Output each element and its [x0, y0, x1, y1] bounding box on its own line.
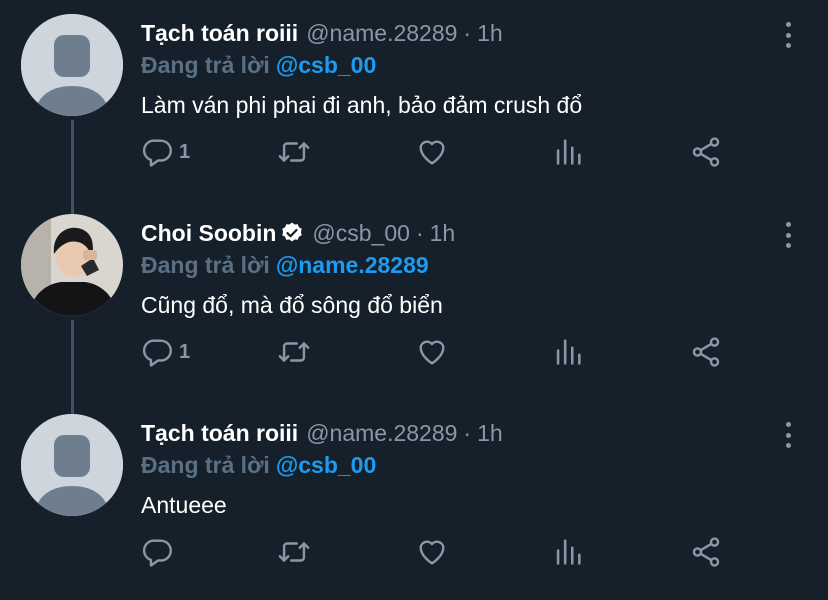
tweet-header: Tạch toán roiii @name.28289 · 1h: [141, 418, 503, 448]
timestamp[interactable]: 1h: [430, 220, 456, 247]
heart-icon: [419, 340, 445, 365]
like-button[interactable]: [415, 332, 449, 372]
analytics-icon: [556, 339, 581, 365]
share-button[interactable]: [689, 532, 723, 572]
heart-icon: [419, 140, 445, 165]
retweet-button[interactable]: [277, 132, 311, 172]
replying-to: Đang trả lời @csb_00: [141, 52, 376, 79]
action-bar: 1: [141, 332, 731, 372]
analytics-icon: [556, 139, 581, 165]
share-button[interactable]: [689, 332, 723, 372]
reply-button[interactable]: [141, 532, 179, 572]
replying-to-label: Đang trả lời: [141, 452, 270, 478]
replying-to-label: Đang trả lời: [141, 252, 270, 278]
timestamp[interactable]: 1h: [477, 20, 503, 47]
display-name[interactable]: Tạch toán roiii: [141, 420, 298, 447]
more-icon[interactable]: [778, 222, 798, 248]
user-handle[interactable]: @name.28289: [306, 20, 457, 47]
reply-icon: [142, 139, 172, 167]
default-avatar-icon: [21, 414, 123, 516]
timestamp[interactable]: 1h: [477, 420, 503, 447]
analytics-button[interactable]: [551, 132, 585, 172]
replying-to-handle[interactable]: @csb_00: [276, 452, 376, 478]
action-bar: 1: [141, 132, 731, 172]
reply-icon: [142, 339, 172, 367]
verified-badge-icon: [282, 222, 303, 242]
action-bar: [141, 532, 731, 572]
tweet[interactable]: Tạch toán roiii @name.28289 · 1h Đang tr…: [0, 400, 828, 600]
replying-to-handle[interactable]: @csb_00: [276, 52, 376, 78]
tweet-header: Choi Soobin @csb_00 · 1h: [141, 218, 455, 248]
analytics-icon: [556, 539, 581, 565]
analytics-button[interactable]: [551, 332, 585, 372]
profile-photo: [21, 214, 123, 316]
replying-to: Đang trả lời @name.28289: [141, 252, 429, 279]
more-icon[interactable]: [778, 422, 798, 448]
retweet-button[interactable]: [277, 332, 311, 372]
default-avatar-icon: [21, 14, 123, 116]
avatar[interactable]: [21, 414, 123, 516]
more-icon[interactable]: [778, 22, 798, 48]
retweet-icon: [278, 542, 310, 562]
separator-dot: ·: [463, 19, 472, 46]
retweet-button[interactable]: [277, 532, 311, 572]
retweet-icon: [278, 142, 310, 162]
share-icon: [692, 337, 720, 367]
user-handle[interactable]: @csb_00: [312, 220, 410, 247]
retweet-icon: [278, 342, 310, 362]
share-icon: [692, 537, 720, 567]
heart-icon: [419, 540, 445, 565]
replying-to-handle[interactable]: @name.28289: [276, 252, 429, 278]
like-button[interactable]: [415, 532, 449, 572]
tweet-header: Tạch toán roiii @name.28289 · 1h: [141, 18, 503, 48]
share-button[interactable]: [689, 132, 723, 172]
reply-button[interactable]: 1: [141, 332, 190, 372]
reply-button[interactable]: 1: [141, 132, 190, 172]
tweet-text: Cũng đổ, mà đổ sông đổ biển: [141, 292, 443, 318]
separator-dot: ·: [463, 419, 472, 446]
analytics-button[interactable]: [551, 532, 585, 572]
display-name[interactable]: Tạch toán roiii: [141, 20, 298, 47]
tweet[interactable]: Choi Soobin @csb_00 · 1h Đang trả lời @na…: [0, 200, 828, 400]
separator-dot: ·: [415, 219, 424, 246]
reply-count: 1: [179, 340, 191, 363]
tweet[interactable]: Tạch toán roiii @name.28289 · 1h Đang tr…: [0, 0, 828, 200]
display-name[interactable]: Choi Soobin: [141, 220, 276, 247]
share-icon: [692, 137, 720, 167]
user-handle[interactable]: @name.28289: [306, 420, 457, 447]
reply-count: 1: [179, 140, 191, 163]
replying-to: Đang trả lời @csb_00: [141, 452, 376, 479]
reply-icon: [142, 539, 172, 567]
avatar[interactable]: [21, 14, 123, 116]
avatar[interactable]: [21, 214, 123, 316]
tweet-text: Antueee: [141, 492, 227, 518]
tweet-text: Làm ván phi phai đi anh, bảo đảm crush đ…: [141, 92, 583, 118]
like-button[interactable]: [415, 132, 449, 172]
replying-to-label: Đang trả lời: [141, 52, 270, 78]
